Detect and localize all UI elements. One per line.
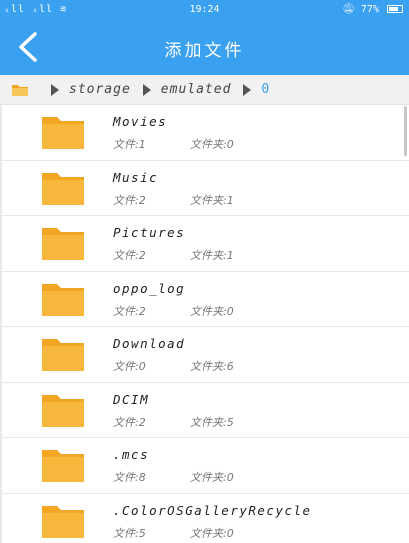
file-name: .mcs: [113, 447, 150, 462]
folder-count: 文件夹:0: [190, 471, 234, 484]
folder-icon: [42, 394, 84, 427]
list-item[interactable]: Music 文件:2 文件夹:1: [0, 161, 409, 216]
file-name: DCIM: [113, 391, 150, 407]
status-bar: ᵢll ᵢll ≋ 19:24 🔕︎ 77%: [0, 0, 409, 20]
file-count: 文件:8: [113, 471, 146, 484]
file-name: Movies: [113, 114, 168, 129]
bell-off-icon: 🔕︎: [342, 4, 355, 15]
list-item[interactable]: Download 文件:0 文件夹:6: [0, 327, 409, 383]
breadcrumb: storage emulated 0: [0, 75, 409, 105]
file-count: 文件:1: [113, 138, 146, 151]
file-count: 文件:5: [113, 526, 146, 540]
file-count: 文件:2: [113, 415, 146, 429]
file-list[interactable]: Movies 文件:1 文件夹:0 Music 文件:2 文件夹:1 Pictures 文…: [0, 105, 409, 543]
folder-icon: [42, 283, 84, 316]
folder-count: 文件夹:0: [190, 138, 234, 151]
file-count: 文件:2: [113, 304, 146, 318]
folder-icon[interactable]: [11, 83, 29, 97]
list-item[interactable]: Pictures 文件:2 文件夹:1: [0, 216, 409, 272]
file-name: .ColorOSGalleryRecycle: [113, 502, 312, 518]
file-name: oppo_log: [113, 280, 186, 296]
status-right: 🔕︎ 77%: [342, 4, 403, 15]
crumb-arrow-icon: [243, 83, 252, 96]
folder-count: 文件夹:6: [190, 360, 234, 373]
file-name: Pictures: [113, 225, 186, 240]
folder-icon: [42, 117, 84, 149]
file-count: 文件:0: [113, 360, 146, 373]
folder-icon: [42, 172, 84, 205]
folder-count: 文件夹:1: [190, 249, 234, 262]
battery-icon: [387, 5, 403, 13]
scrollbar[interactable]: [404, 106, 407, 156]
crumb-current[interactable]: 0: [261, 82, 270, 97]
folder-count: 文件夹:1: [190, 193, 234, 207]
folder-count: 文件夹:0: [190, 526, 234, 540]
file-count: 文件:2: [113, 193, 146, 207]
list-item[interactable]: DCIM 文件:2 文件夹:5: [0, 383, 409, 438]
list-item[interactable]: oppo_log 文件:2 文件夹:0: [0, 272, 409, 327]
battery-text: 77%: [360, 4, 379, 15]
folder-count: 文件夹:0: [190, 304, 234, 318]
crumb-arrow-icon: [142, 83, 151, 96]
folder-icon: [42, 228, 84, 260]
page-title: 添加文件: [164, 41, 245, 61]
folder-icon: [42, 505, 84, 538]
crumb-storage[interactable]: storage: [69, 82, 131, 97]
folder-icon: [42, 450, 84, 482]
list-item[interactable]: Movies 文件:1 文件夹:0: [0, 105, 409, 161]
title-bar: 添加文件: [0, 20, 409, 75]
list-item[interactable]: .ColorOSGalleryRecycle 文件:5 文件夹:0: [0, 494, 409, 543]
file-name: Download: [113, 336, 186, 351]
file-count: 文件:2: [113, 249, 146, 262]
crumb-emulated[interactable]: emulated: [161, 82, 232, 97]
crumb-arrow-icon: [51, 83, 59, 96]
list-item[interactable]: .mcs 文件:8 文件夹:0: [0, 438, 409, 494]
folder-count: 文件夹:5: [190, 415, 234, 429]
folder-icon: [42, 339, 84, 371]
file-name: Music: [113, 169, 159, 185]
